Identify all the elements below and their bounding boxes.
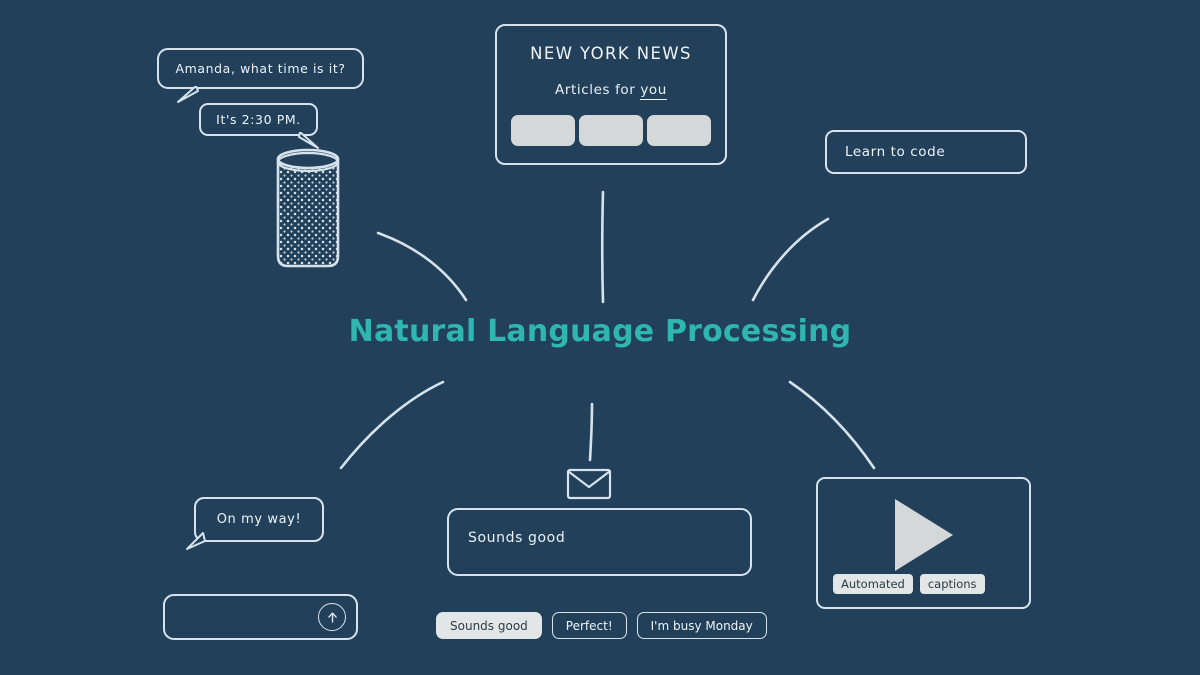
article-thumbnail[interactable] <box>579 115 643 146</box>
article-thumbnail[interactable] <box>647 115 711 146</box>
connector-top-center <box>600 190 605 304</box>
smart-reply-suggestions: Sounds good Perfect! I'm busy Monday <box>436 612 767 639</box>
smart-speaker-icon <box>272 142 344 272</box>
voice-answer-text: It's 2:30 PM. <box>216 112 301 127</box>
connector-bottom-right <box>788 380 876 470</box>
suggestion-chip-im-busy-monday[interactable]: I'm busy Monday <box>636 612 767 639</box>
arrow-up-glyph <box>327 611 337 623</box>
envelope-icon <box>566 468 612 500</box>
play-triangle-icon[interactable] <box>894 499 953 572</box>
reply-bubble-text: On my way! <box>216 512 302 527</box>
video-player[interactable]: Automated captions <box>816 477 1031 609</box>
reply-bubble: On my way! <box>194 497 324 542</box>
voice-question-text: Amanda, what time is it? <box>175 61 346 76</box>
email-compose-text: Sounds good <box>468 530 566 546</box>
suggestion-chip-perfect[interactable]: Perfect! <box>551 612 627 639</box>
news-card-title: NEW YORK NEWS <box>530 44 692 63</box>
voice-question-bubble: Amanda, what time is it? <box>157 48 364 89</box>
learn-to-code-label: Learn to code <box>845 144 946 160</box>
news-card[interactable]: NEW YORK NEWS Articles for you <box>495 24 727 165</box>
voice-question-bubble-tail <box>177 86 199 103</box>
page-title: Natural Language Processing <box>348 314 852 349</box>
nlp-concept-diagram: Natural Language Processing Amanda, what… <box>0 0 1200 675</box>
article-thumbnail[interactable] <box>511 115 575 146</box>
learn-to-code-card[interactable]: Learn to code <box>825 130 1027 174</box>
connector-top-right <box>751 217 830 302</box>
news-subtitle-prefix: Articles for <box>555 82 641 98</box>
news-card-subtitle: Articles for you <box>497 82 725 100</box>
connector-bottom-center <box>588 402 594 462</box>
caption-word-automated: Automated <box>833 574 913 594</box>
reply-bubble-tail <box>186 532 206 550</box>
news-thumbnail-row <box>511 115 711 146</box>
message-input-field[interactable] <box>163 594 358 640</box>
connector-bottom-left <box>339 380 445 470</box>
caption-word-captions: captions <box>919 574 985 594</box>
suggestion-chip-sounds-good[interactable]: Sounds good <box>436 612 542 639</box>
connector-top-left <box>376 231 468 302</box>
arrow-up-circle-icon[interactable] <box>318 603 346 631</box>
news-subtitle-underlined: you <box>640 82 667 100</box>
email-compose-field[interactable]: Sounds good <box>447 508 752 576</box>
caption-row: Automated captions <box>833 574 985 594</box>
